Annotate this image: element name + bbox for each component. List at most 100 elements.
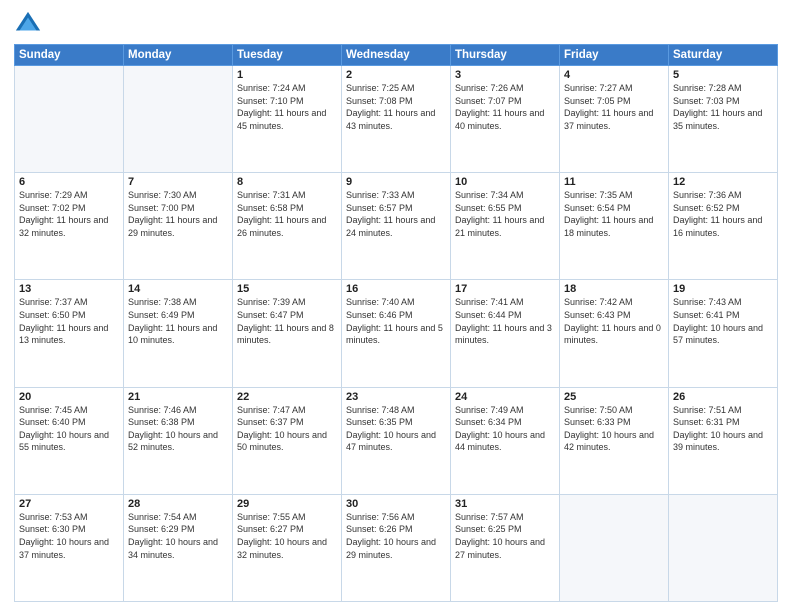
weekday-header-sunday: Sunday [15, 45, 124, 66]
calendar-table: SundayMondayTuesdayWednesdayThursdayFrid… [14, 44, 778, 602]
calendar-cell: 16Sunrise: 7:40 AMSunset: 6:46 PMDayligh… [342, 280, 451, 387]
calendar-cell: 2Sunrise: 7:25 AMSunset: 7:08 PMDaylight… [342, 66, 451, 173]
calendar-cell: 24Sunrise: 7:49 AMSunset: 6:34 PMDayligh… [451, 387, 560, 494]
day-number: 11 [564, 176, 664, 188]
calendar-cell: 12Sunrise: 7:36 AMSunset: 6:52 PMDayligh… [669, 173, 778, 280]
calendar-cell: 6Sunrise: 7:29 AMSunset: 7:02 PMDaylight… [15, 173, 124, 280]
calendar-cell [15, 66, 124, 173]
day-info: Sunrise: 7:45 AMSunset: 6:40 PMDaylight:… [19, 404, 119, 454]
day-number: 7 [128, 176, 228, 188]
day-info: Sunrise: 7:46 AMSunset: 6:38 PMDaylight:… [128, 404, 228, 454]
day-number: 21 [128, 391, 228, 403]
calendar-cell: 22Sunrise: 7:47 AMSunset: 6:37 PMDayligh… [233, 387, 342, 494]
week-row-5: 27Sunrise: 7:53 AMSunset: 6:30 PMDayligh… [15, 494, 778, 601]
day-number: 18 [564, 283, 664, 295]
day-info: Sunrise: 7:31 AMSunset: 6:58 PMDaylight:… [237, 189, 337, 239]
day-number: 12 [673, 176, 773, 188]
day-number: 6 [19, 176, 119, 188]
weekday-header-monday: Monday [124, 45, 233, 66]
day-info: Sunrise: 7:53 AMSunset: 6:30 PMDaylight:… [19, 511, 119, 561]
day-number: 28 [128, 498, 228, 510]
weekday-header-wednesday: Wednesday [342, 45, 451, 66]
day-info: Sunrise: 7:40 AMSunset: 6:46 PMDaylight:… [346, 296, 446, 346]
calendar-cell [669, 494, 778, 601]
week-row-1: 1Sunrise: 7:24 AMSunset: 7:10 PMDaylight… [15, 66, 778, 173]
day-number: 19 [673, 283, 773, 295]
calendar-cell: 28Sunrise: 7:54 AMSunset: 6:29 PMDayligh… [124, 494, 233, 601]
day-info: Sunrise: 7:47 AMSunset: 6:37 PMDaylight:… [237, 404, 337, 454]
day-number: 24 [455, 391, 555, 403]
day-number: 9 [346, 176, 446, 188]
calendar-cell: 30Sunrise: 7:56 AMSunset: 6:26 PMDayligh… [342, 494, 451, 601]
calendar-cell: 14Sunrise: 7:38 AMSunset: 6:49 PMDayligh… [124, 280, 233, 387]
week-row-2: 6Sunrise: 7:29 AMSunset: 7:02 PMDaylight… [15, 173, 778, 280]
day-info: Sunrise: 7:50 AMSunset: 6:33 PMDaylight:… [564, 404, 664, 454]
day-number: 2 [346, 69, 446, 81]
day-info: Sunrise: 7:27 AMSunset: 7:05 PMDaylight:… [564, 82, 664, 132]
day-info: Sunrise: 7:33 AMSunset: 6:57 PMDaylight:… [346, 189, 446, 239]
day-info: Sunrise: 7:28 AMSunset: 7:03 PMDaylight:… [673, 82, 773, 132]
calendar-cell: 8Sunrise: 7:31 AMSunset: 6:58 PMDaylight… [233, 173, 342, 280]
day-info: Sunrise: 7:42 AMSunset: 6:43 PMDaylight:… [564, 296, 664, 346]
day-number: 14 [128, 283, 228, 295]
day-number: 25 [564, 391, 664, 403]
day-info: Sunrise: 7:29 AMSunset: 7:02 PMDaylight:… [19, 189, 119, 239]
header [14, 10, 778, 38]
day-info: Sunrise: 7:39 AMSunset: 6:47 PMDaylight:… [237, 296, 337, 346]
calendar-cell: 26Sunrise: 7:51 AMSunset: 6:31 PMDayligh… [669, 387, 778, 494]
calendar-cell: 23Sunrise: 7:48 AMSunset: 6:35 PMDayligh… [342, 387, 451, 494]
weekday-header-row: SundayMondayTuesdayWednesdayThursdayFrid… [15, 45, 778, 66]
day-info: Sunrise: 7:56 AMSunset: 6:26 PMDaylight:… [346, 511, 446, 561]
weekday-header-friday: Friday [560, 45, 669, 66]
day-number: 8 [237, 176, 337, 188]
week-row-4: 20Sunrise: 7:45 AMSunset: 6:40 PMDayligh… [15, 387, 778, 494]
day-number: 31 [455, 498, 555, 510]
calendar-cell: 19Sunrise: 7:43 AMSunset: 6:41 PMDayligh… [669, 280, 778, 387]
calendar-cell: 15Sunrise: 7:39 AMSunset: 6:47 PMDayligh… [233, 280, 342, 387]
calendar-cell: 11Sunrise: 7:35 AMSunset: 6:54 PMDayligh… [560, 173, 669, 280]
day-number: 27 [19, 498, 119, 510]
day-number: 23 [346, 391, 446, 403]
day-info: Sunrise: 7:43 AMSunset: 6:41 PMDaylight:… [673, 296, 773, 346]
day-number: 13 [19, 283, 119, 295]
day-info: Sunrise: 7:30 AMSunset: 7:00 PMDaylight:… [128, 189, 228, 239]
calendar-cell: 9Sunrise: 7:33 AMSunset: 6:57 PMDaylight… [342, 173, 451, 280]
calendar-cell: 29Sunrise: 7:55 AMSunset: 6:27 PMDayligh… [233, 494, 342, 601]
day-number: 30 [346, 498, 446, 510]
calendar-cell: 27Sunrise: 7:53 AMSunset: 6:30 PMDayligh… [15, 494, 124, 601]
calendar-cell: 21Sunrise: 7:46 AMSunset: 6:38 PMDayligh… [124, 387, 233, 494]
day-info: Sunrise: 7:25 AMSunset: 7:08 PMDaylight:… [346, 82, 446, 132]
calendar-cell: 20Sunrise: 7:45 AMSunset: 6:40 PMDayligh… [15, 387, 124, 494]
calendar-cell: 17Sunrise: 7:41 AMSunset: 6:44 PMDayligh… [451, 280, 560, 387]
day-number: 20 [19, 391, 119, 403]
weekday-header-saturday: Saturday [669, 45, 778, 66]
calendar-cell [124, 66, 233, 173]
day-number: 4 [564, 69, 664, 81]
day-info: Sunrise: 7:48 AMSunset: 6:35 PMDaylight:… [346, 404, 446, 454]
day-info: Sunrise: 7:35 AMSunset: 6:54 PMDaylight:… [564, 189, 664, 239]
calendar-cell: 31Sunrise: 7:57 AMSunset: 6:25 PMDayligh… [451, 494, 560, 601]
day-info: Sunrise: 7:36 AMSunset: 6:52 PMDaylight:… [673, 189, 773, 239]
weekday-header-thursday: Thursday [451, 45, 560, 66]
calendar-cell: 4Sunrise: 7:27 AMSunset: 7:05 PMDaylight… [560, 66, 669, 173]
day-number: 15 [237, 283, 337, 295]
calendar-cell: 10Sunrise: 7:34 AMSunset: 6:55 PMDayligh… [451, 173, 560, 280]
logo [14, 10, 44, 38]
calendar-cell: 13Sunrise: 7:37 AMSunset: 6:50 PMDayligh… [15, 280, 124, 387]
day-info: Sunrise: 7:55 AMSunset: 6:27 PMDaylight:… [237, 511, 337, 561]
day-info: Sunrise: 7:24 AMSunset: 7:10 PMDaylight:… [237, 82, 337, 132]
calendar-cell: 5Sunrise: 7:28 AMSunset: 7:03 PMDaylight… [669, 66, 778, 173]
day-info: Sunrise: 7:38 AMSunset: 6:49 PMDaylight:… [128, 296, 228, 346]
day-number: 26 [673, 391, 773, 403]
calendar-cell: 3Sunrise: 7:26 AMSunset: 7:07 PMDaylight… [451, 66, 560, 173]
day-info: Sunrise: 7:26 AMSunset: 7:07 PMDaylight:… [455, 82, 555, 132]
day-info: Sunrise: 7:37 AMSunset: 6:50 PMDaylight:… [19, 296, 119, 346]
day-number: 29 [237, 498, 337, 510]
calendar-cell: 18Sunrise: 7:42 AMSunset: 6:43 PMDayligh… [560, 280, 669, 387]
calendar-cell [560, 494, 669, 601]
day-number: 1 [237, 69, 337, 81]
day-info: Sunrise: 7:54 AMSunset: 6:29 PMDaylight:… [128, 511, 228, 561]
day-number: 10 [455, 176, 555, 188]
calendar-cell: 7Sunrise: 7:30 AMSunset: 7:00 PMDaylight… [124, 173, 233, 280]
week-row-3: 13Sunrise: 7:37 AMSunset: 6:50 PMDayligh… [15, 280, 778, 387]
